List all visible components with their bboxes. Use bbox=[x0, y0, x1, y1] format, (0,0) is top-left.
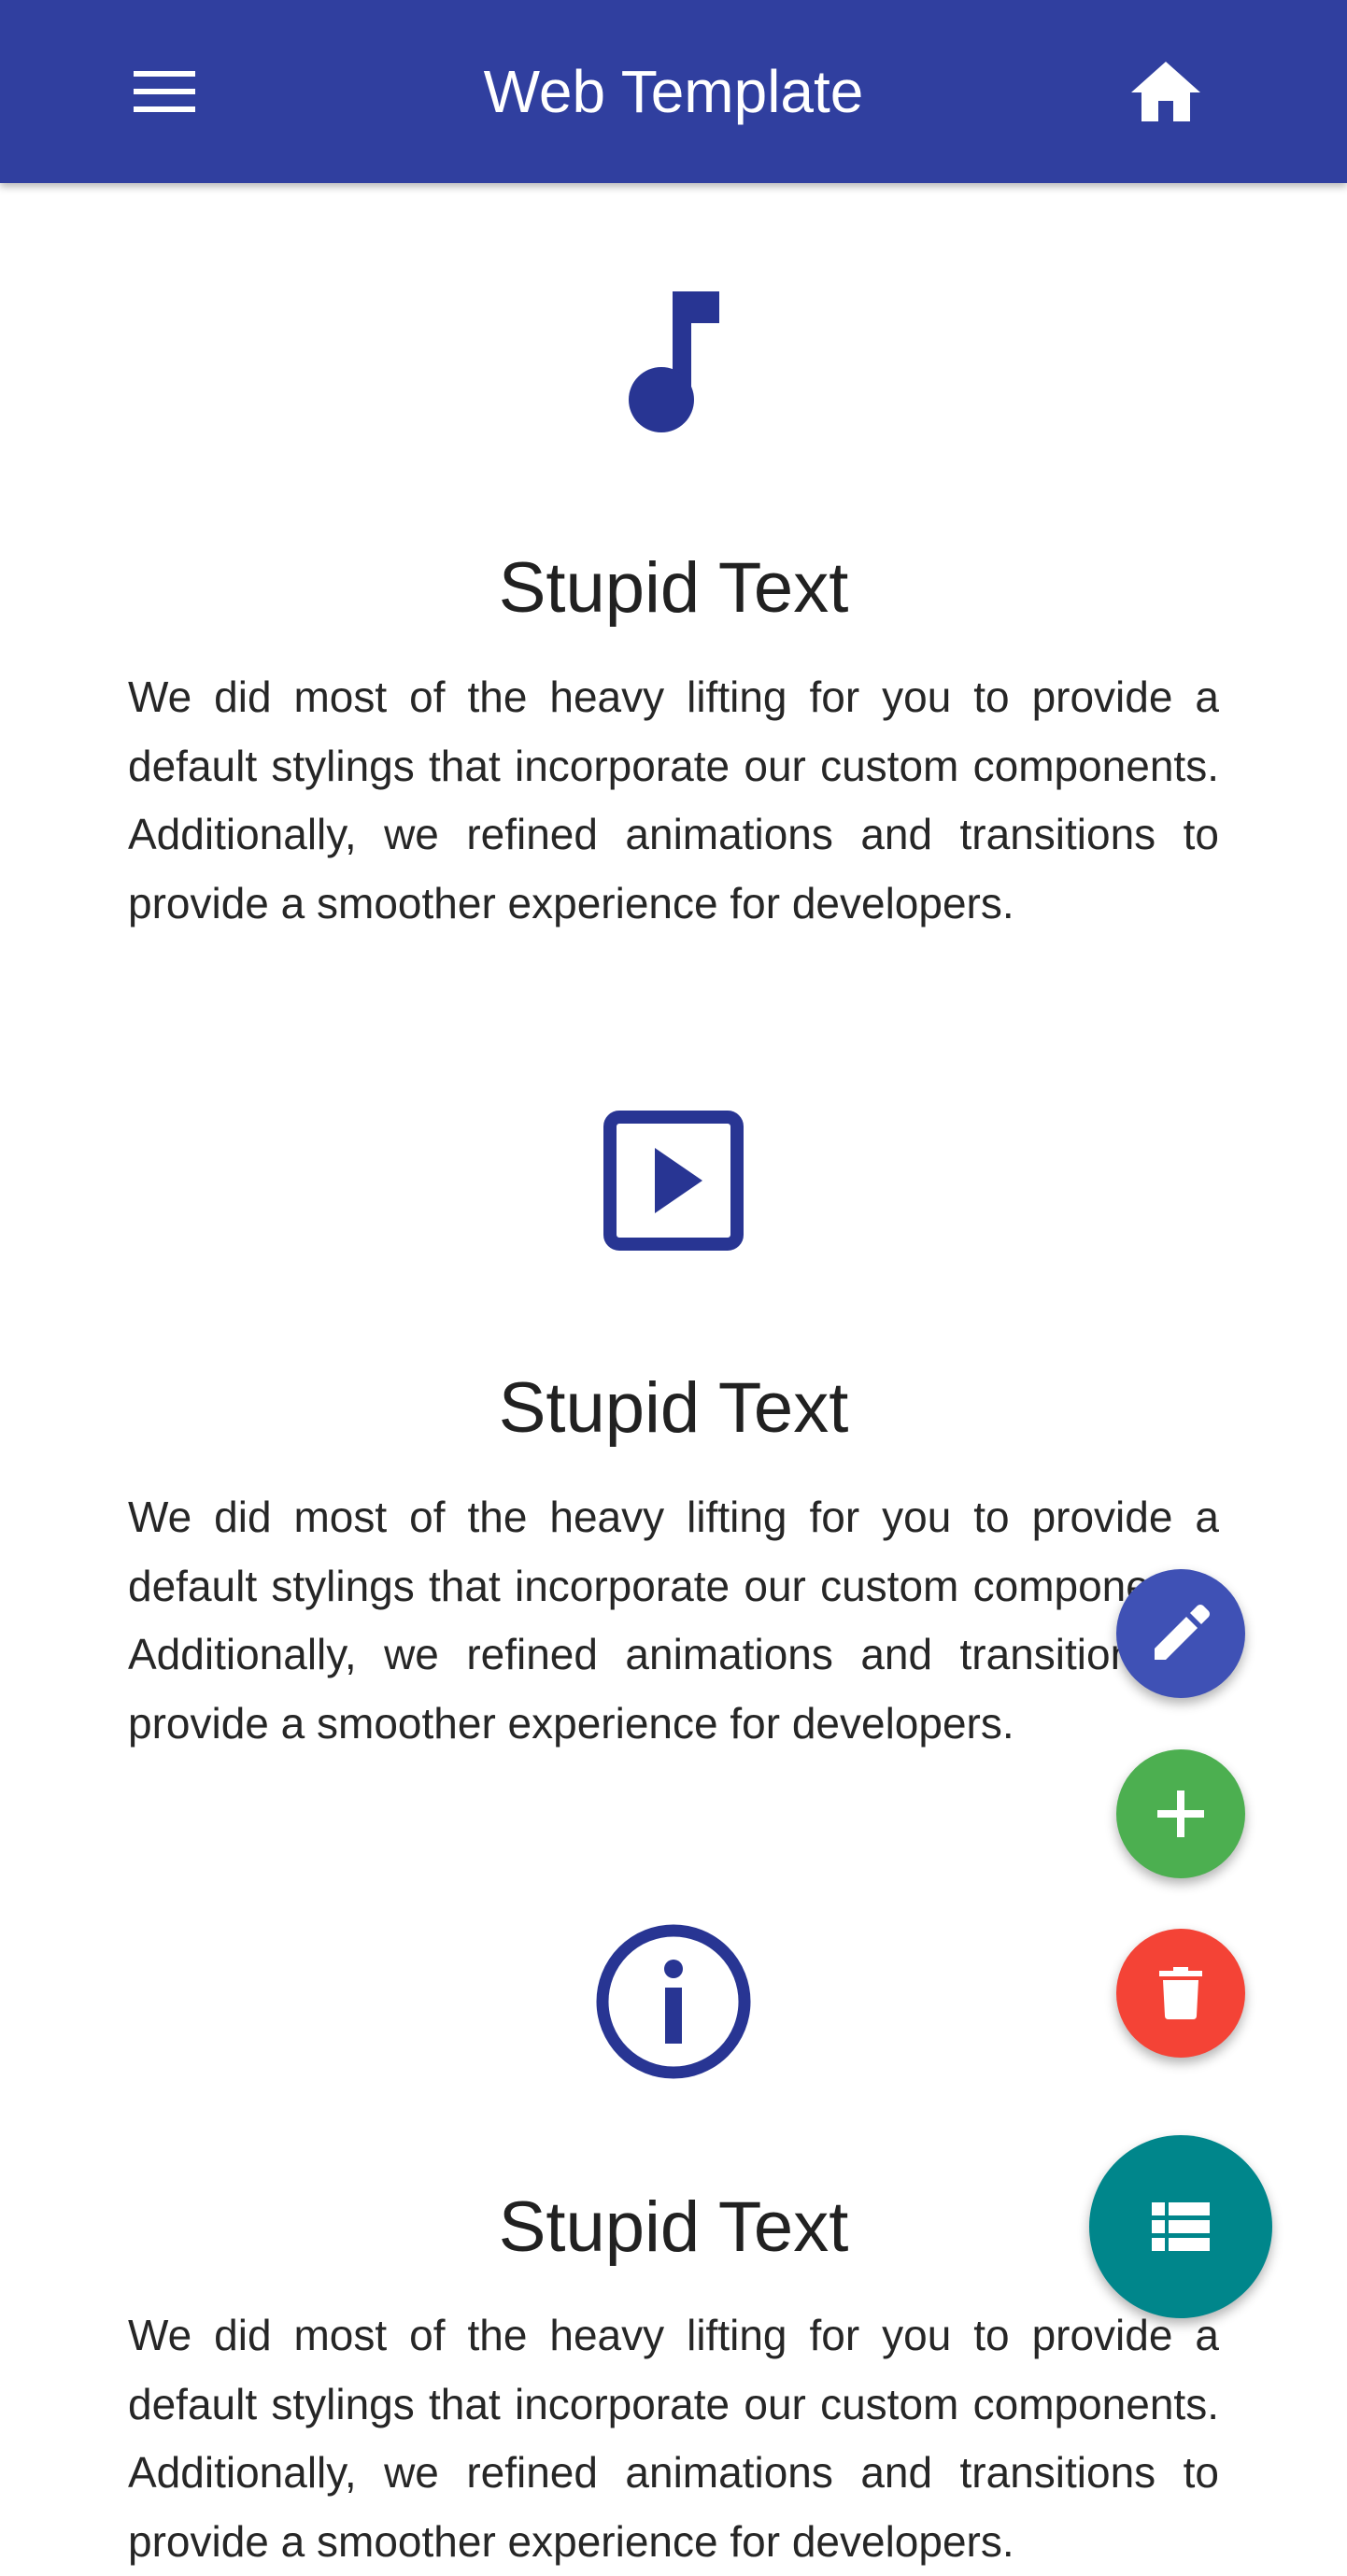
section-text: We did most of the heavy lifting for you… bbox=[128, 2311, 1219, 2566]
music-note-icon bbox=[629, 291, 719, 432]
add-fab-button[interactable] bbox=[1116, 1749, 1245, 1878]
plus-icon bbox=[1157, 1790, 1204, 1837]
info-circle-icon bbox=[596, 1924, 751, 2079]
app-bar: Web Template bbox=[0, 0, 1347, 183]
list-icon bbox=[1152, 2202, 1210, 2251]
trash-icon bbox=[1159, 1967, 1202, 2019]
home-button[interactable] bbox=[1121, 54, 1211, 129]
edit-fab-button[interactable] bbox=[1116, 1569, 1245, 1698]
play-box-icon bbox=[603, 1111, 744, 1251]
pencil-icon bbox=[1155, 1605, 1210, 1660]
section-title: Stupid Text bbox=[498, 1368, 849, 1448]
section-text: We did most of the heavy lifting for you… bbox=[128, 1493, 1219, 1748]
menu-button[interactable] bbox=[120, 54, 209, 129]
list-fab-button[interactable] bbox=[1089, 2135, 1272, 2318]
section-text: We did most of the heavy lifting for you… bbox=[128, 672, 1219, 927]
section-title: Stupid Text bbox=[498, 548, 849, 628]
home-icon bbox=[1131, 62, 1200, 121]
delete-fab-button[interactable] bbox=[1116, 1929, 1245, 2058]
hamburger-menu-icon bbox=[134, 71, 195, 112]
